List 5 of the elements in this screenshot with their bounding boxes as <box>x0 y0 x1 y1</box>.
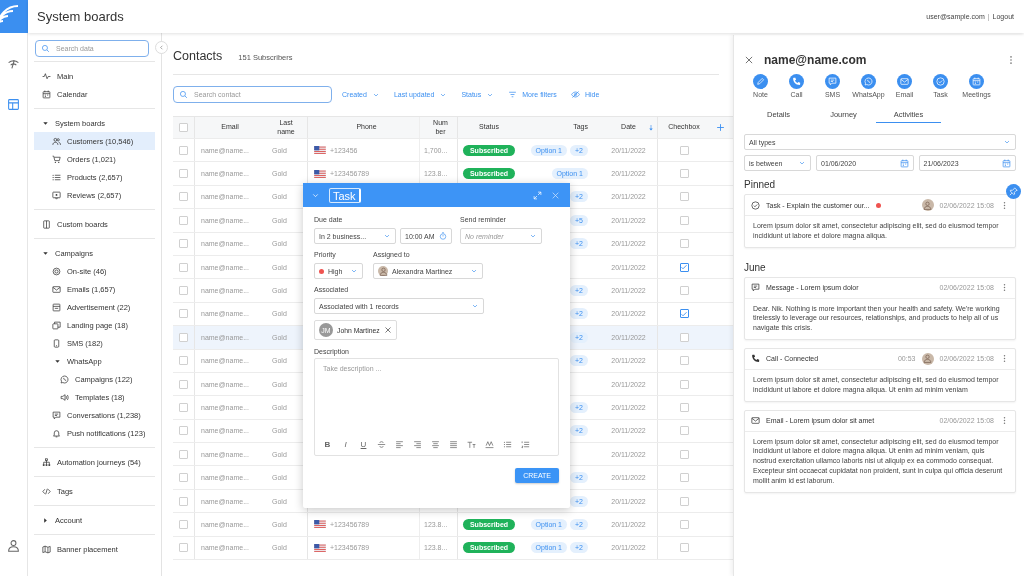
page-title: System boards <box>37 9 124 24</box>
contact-email: name@name.com <box>764 53 868 67</box>
section-heading: Pinned <box>744 179 777 190</box>
section-heading: June <box>744 261 767 273</box>
contacts-title: Contacts <box>173 49 223 63</box>
